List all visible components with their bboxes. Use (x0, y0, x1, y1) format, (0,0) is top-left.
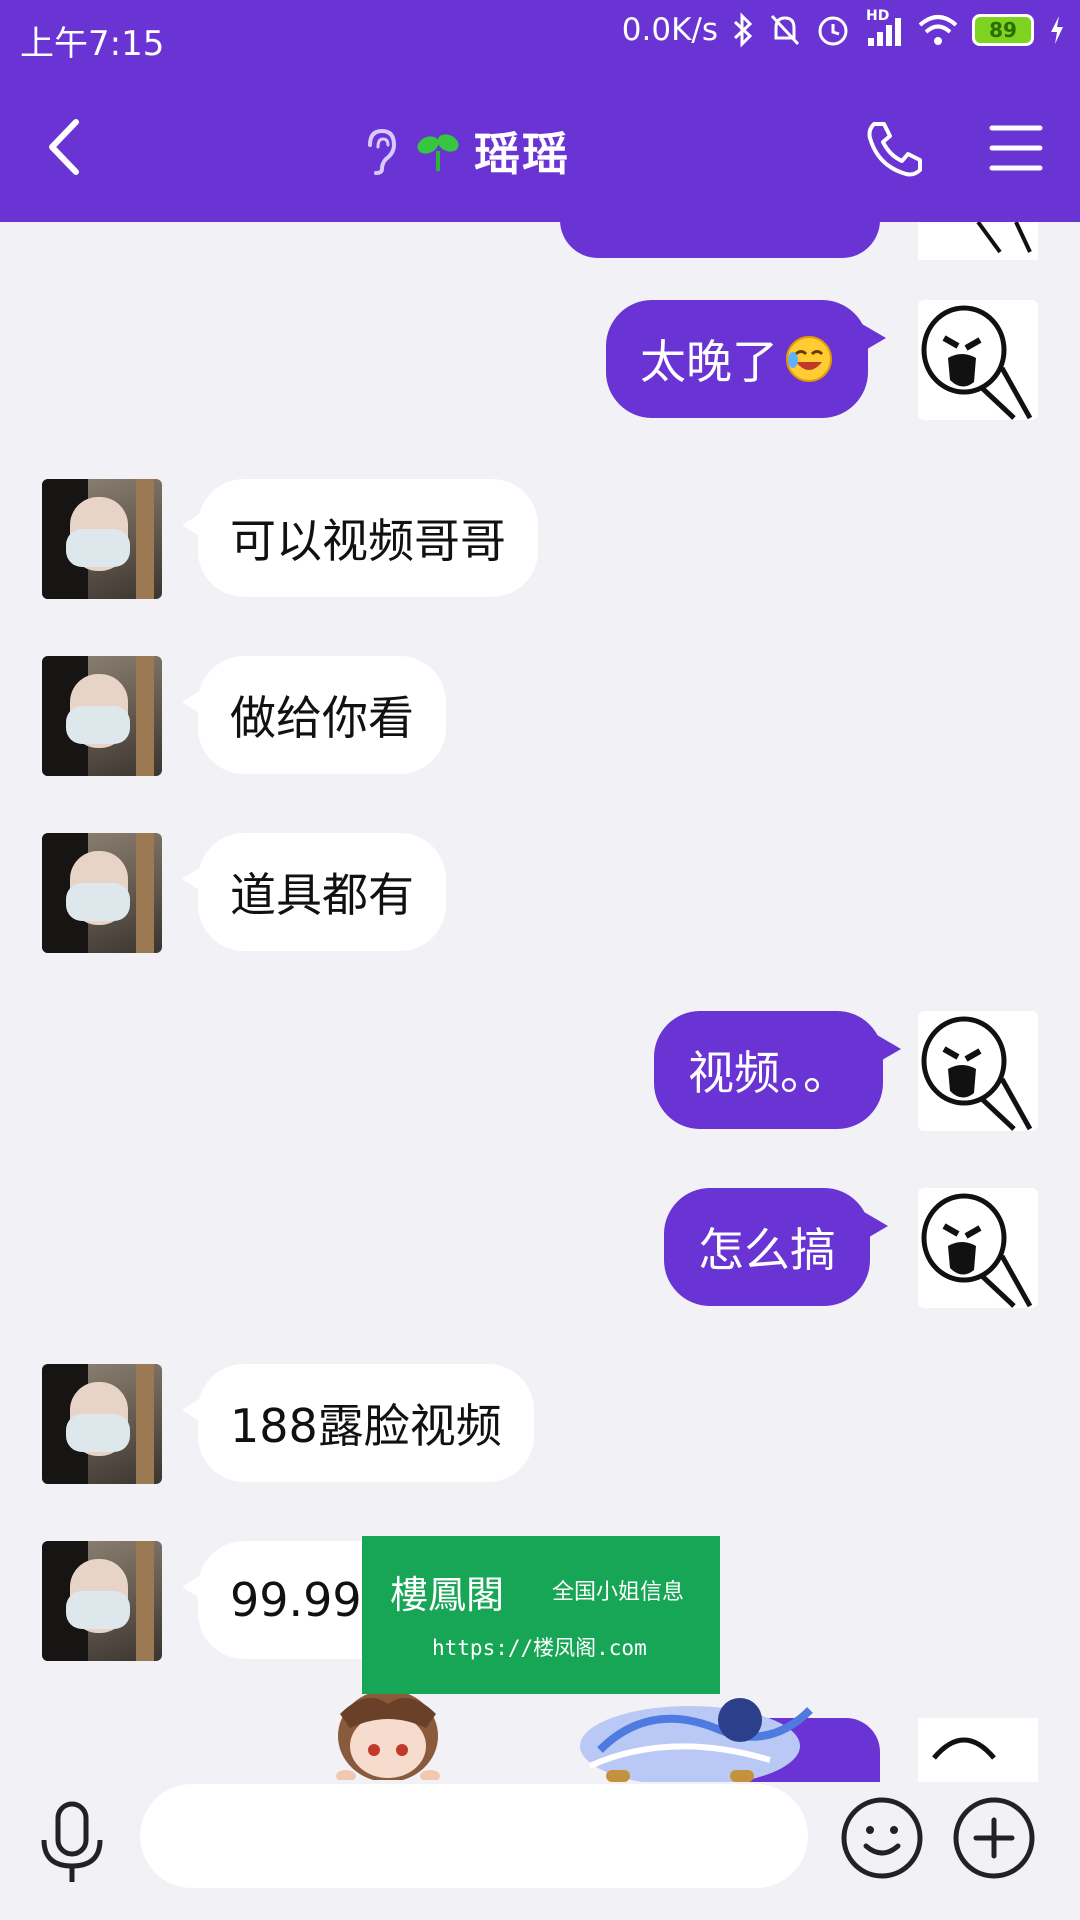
contact-avatar[interactable] (42, 656, 162, 776)
watermark-tagline: 全国小姐信息 (552, 1580, 685, 1605)
sender-avatar-rage-face[interactable] (918, 300, 1038, 420)
smiley-icon[interactable] (840, 1796, 924, 1880)
add-attachment-icon[interactable] (952, 1796, 1036, 1880)
ear-icon (368, 128, 397, 175)
message-bubble-incoming[interactable]: 做给你看 (182, 656, 446, 774)
message-bubble-outgoing[interactable]: 视频。。 (654, 1011, 901, 1129)
anime-art-sticker (580, 1698, 813, 1782)
message-bubble-incoming[interactable]: 188露脸视频 (182, 1364, 534, 1482)
contact-avatar[interactable] (42, 1364, 162, 1484)
alarm-icon (818, 16, 848, 46)
network-speed: 0.0K/s (621, 12, 718, 48)
sender-avatar-rage-face (918, 222, 1038, 260)
message-text: 做给你看 (230, 691, 414, 745)
rage-face-icon (921, 1016, 1033, 1131)
menu-icon[interactable] (988, 120, 1044, 176)
message-text: 99.99 (230, 1573, 362, 1627)
signal-icon: HD (864, 8, 904, 48)
chat-header: 上午7:15 0.0K/s HD 89 瑶瑶 (0, 0, 1080, 222)
phone-icon[interactable] (864, 118, 926, 180)
microphone-icon[interactable] (36, 1800, 108, 1886)
sprout-icon (417, 134, 459, 171)
message-input-bar (0, 1782, 1080, 1920)
status-icons: 0.0K/s HD 89 (621, 8, 1066, 48)
bluetooth-icon (733, 12, 753, 48)
wifi-icon (918, 15, 958, 45)
message-input[interactable] (140, 1784, 808, 1888)
chat-title-group[interactable]: 瑶瑶 (360, 118, 570, 184)
contact-avatar[interactable] (42, 479, 162, 599)
charging-icon (1051, 16, 1063, 44)
watermark-logo: 樓鳳閣 (390, 1573, 505, 1617)
contact-avatar[interactable] (42, 833, 162, 953)
status-time: 上午7:15 (20, 24, 165, 64)
message-text: 太晚了 (640, 335, 778, 389)
rage-face-icon (921, 1193, 1033, 1308)
message-text: 道具都有 (230, 868, 414, 922)
back-arrow-icon[interactable] (40, 112, 90, 182)
message-text: 怎么搞 (698, 1223, 836, 1277)
status-bar: 上午7:15 0.0K/s HD 89 (0, 0, 1080, 72)
message-bubble-incoming[interactable]: 道具都有 (182, 833, 446, 951)
anime-character-sticker (336, 1690, 440, 1780)
rage-face-icon (921, 305, 1033, 420)
sender-avatar-rage-face[interactable] (918, 1011, 1038, 1131)
sender-avatar-rage-face (918, 1718, 1038, 1782)
sender-avatar-rage-face[interactable] (918, 1188, 1038, 1308)
previous-message-bubble (560, 222, 880, 258)
mute-bell-icon (770, 14, 800, 46)
message-text: 视频。。 (688, 1046, 849, 1100)
battery-indicator: 89 (972, 14, 1034, 46)
message-bubble-outgoing[interactable]: 太晚了 (606, 300, 886, 418)
watermark-banner: 樓鳳閣 全国小姐信息 https://楼凤阁.com (362, 1536, 720, 1694)
message-bubble-incoming[interactable]: 可以视频哥哥 (182, 479, 538, 597)
watermark-url: https://楼凤阁.com (432, 1636, 647, 1660)
chat-title: 瑶瑶 (474, 127, 570, 181)
message-text: 188露脸视频 (230, 1399, 502, 1453)
message-bubble-outgoing[interactable]: 怎么搞 (664, 1188, 888, 1306)
message-text: 可以视频哥哥 (230, 514, 506, 568)
contact-avatar[interactable] (42, 1541, 162, 1661)
laugh-emoji-icon (786, 336, 832, 382)
